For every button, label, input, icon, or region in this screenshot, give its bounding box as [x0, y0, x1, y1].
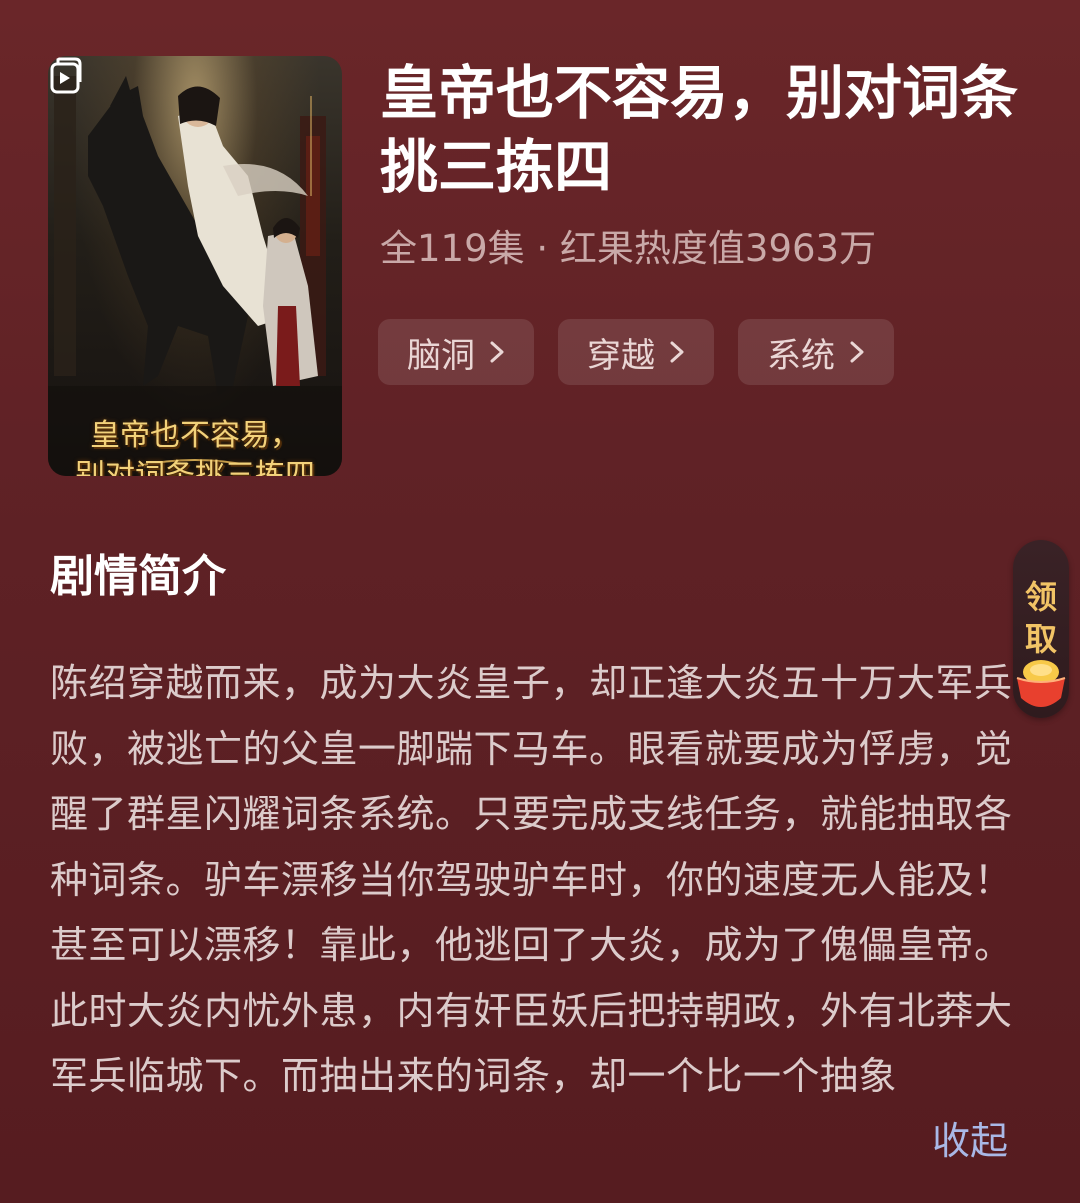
tag-label: 系统	[767, 335, 835, 376]
synopsis-heading: 剧情简介	[50, 551, 226, 602]
tag-list: 脑洞 穿越 系统	[378, 319, 894, 385]
tag-chuanyue[interactable]: 穿越	[558, 319, 714, 385]
claim-reward-badge[interactable]: 领 取	[1013, 540, 1069, 718]
chevron-right-icon	[670, 341, 684, 363]
cover-title-line2: 别对词条挑三拣四	[75, 458, 315, 476]
synopsis-text: 陈绍穿越而来，成为大炎皇子，却正逢大炎五十万大军兵败，被逃亡的父皇一脚踹下马车。…	[50, 661, 1013, 1098]
chevron-right-icon	[850, 341, 864, 363]
cover-illustration	[48, 76, 342, 476]
tag-naodong[interactable]: 脑洞	[378, 319, 534, 385]
cover-image[interactable]: 皇帝也不容易， 别对词条挑三拣四	[48, 56, 342, 476]
collapse-link[interactable]: 收起	[932, 1112, 1008, 1170]
tag-label: 穿越	[587, 335, 655, 376]
tag-xitong[interactable]: 系统	[738, 319, 894, 385]
drama-title: 皇帝也不容易，别对词条挑三拣四	[380, 59, 1019, 201]
tag-label: 脑洞	[407, 335, 475, 376]
chevron-right-icon	[490, 341, 504, 363]
coin-bowl-icon	[1016, 660, 1066, 707]
claim-label-1: 领	[1024, 578, 1057, 616]
cover-title-line1: 皇帝也不容易，	[90, 418, 300, 453]
cover-play-icon[interactable]	[48, 56, 82, 96]
drama-meta: 全119集 · 红果热度值3963万	[380, 227, 877, 270]
